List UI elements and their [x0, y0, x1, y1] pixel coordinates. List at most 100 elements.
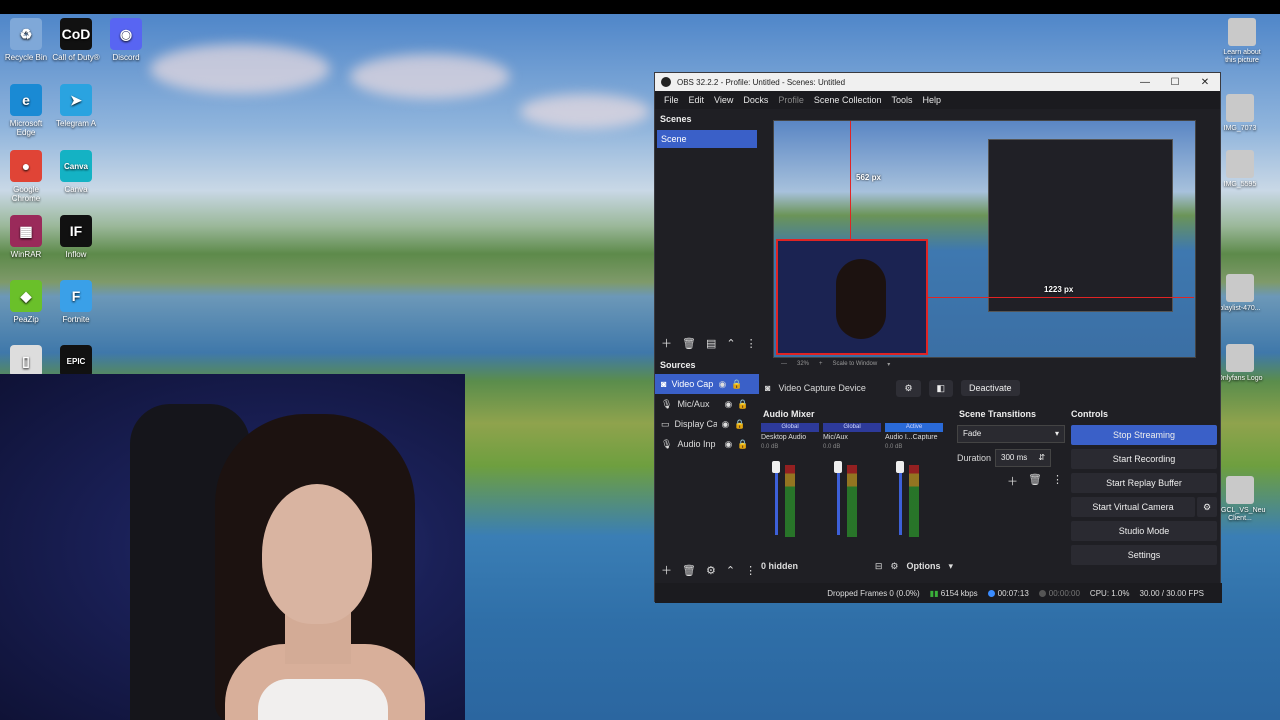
desktop-icon[interactable]: ▦ WinRAR [0, 215, 52, 259]
deactivate-button[interactable]: Deactivate [961, 380, 1020, 396]
visibility-eye-icon[interactable]: ◉ [718, 379, 726, 390]
maximize-button[interactable]: ☐ [1160, 77, 1190, 88]
mixer-layout-icon[interactable]: ⊟ [875, 561, 883, 572]
virtual-camera-settings-gear-icon[interactable]: ⚙ [1197, 497, 1217, 517]
desktop-icon[interactable]: F Fortnite [50, 280, 102, 324]
desktop-icon[interactable]: ● Google Chrome [0, 150, 52, 203]
desktop-icon[interactable]: ◆ PeaZip [0, 280, 52, 324]
desktop-icon[interactable]: playlist-470... [1216, 274, 1264, 313]
chevron-down-icon[interactable]: ▾ [948, 561, 953, 572]
add-icon[interactable]: ＋ [661, 335, 672, 351]
source-item-audio-input[interactable]: 🎙 Audio Inp ◉ 🔒 [655, 434, 759, 454]
menu-tools[interactable]: Tools [886, 95, 917, 105]
desktop-icon[interactable]: IMG_5595 [1216, 150, 1264, 189]
volume-slider-handle[interactable] [834, 461, 842, 473]
desktop-icon[interactable]: CGCL_VS_Neu Client... [1216, 476, 1265, 523]
trash-icon[interactable]: 🗑 [682, 564, 696, 577]
desktop-icon[interactable]: Learn about this picture [1218, 18, 1266, 65]
scale-mode-select[interactable]: Scale to Window [833, 361, 878, 368]
channel-name[interactable]: Mic/Aux [823, 434, 881, 441]
stop-streaming-button[interactable]: Stop Streaming [1071, 425, 1217, 445]
lock-icon[interactable]: 🔒 [734, 419, 745, 430]
more-icon[interactable]: ⋮ [746, 337, 757, 350]
source-item-mic-aux[interactable]: 🎙 Mic/Aux ◉ 🔒 [655, 394, 759, 414]
volume-slider[interactable] [775, 465, 778, 535]
trash-icon[interactable]: 🗑 [1028, 473, 1042, 489]
status-bar: Dropped Frames 0 (0.0%) ▮▮ 6154 kbps 00:… [655, 583, 1222, 603]
visibility-eye-icon[interactable]: ◉ [724, 439, 732, 450]
volume-slider-handle[interactable] [772, 461, 780, 473]
volume-slider[interactable] [899, 465, 902, 535]
obs-titlebar[interactable]: OBS 32.2.2 - Profile: Untitled - Scenes:… [655, 73, 1220, 91]
more-icon[interactable]: ⋮ [745, 564, 756, 577]
desktop-icon-label: PeaZip [13, 315, 39, 324]
lock-icon[interactable]: 🔒 [737, 399, 748, 410]
menu-file[interactable]: File [659, 95, 684, 105]
desktop-icon[interactable]: Onlyfans Logo [1216, 344, 1264, 383]
menu-view[interactable]: View [709, 95, 738, 105]
desktop-icon-label: Onlyfans Logo [1217, 375, 1263, 382]
live-indicator-icon [987, 589, 995, 597]
chevron-up-icon[interactable]: ⌃ [726, 337, 735, 350]
more-icon[interactable]: ⋮ [1052, 473, 1063, 489]
chevron-up-icon[interactable]: ⌃ [726, 564, 735, 577]
source-item-video-capture[interactable]: ◙ Video Cap ◉ 🔒 [655, 374, 759, 394]
preview-canvas[interactable]: 562 px 1223 px [773, 120, 1196, 358]
filter-icon[interactable]: ▤ [706, 337, 716, 350]
record-indicator-icon [1038, 589, 1046, 597]
menu-profile[interactable]: Profile [773, 95, 809, 105]
visibility-eye-icon[interactable]: ◉ [724, 399, 732, 410]
mixer-channel-audio-input: Active Audio I...Capture 0.0 dB [885, 423, 943, 563]
mixer-options-button[interactable]: Options [906, 561, 940, 572]
zoom-in-button[interactable]: + [819, 361, 823, 368]
desktop-icon[interactable]: IMG_7073 [1216, 94, 1264, 133]
lock-icon[interactable]: 🔒 [731, 379, 742, 390]
scene-item[interactable]: Scene [657, 130, 757, 148]
desktop-icon[interactable]: Canva Canva [50, 150, 102, 194]
chevron-down-icon[interactable]: ▾ [887, 361, 890, 368]
start-replay-buffer-button[interactable]: Start Replay Buffer [1071, 473, 1217, 493]
desktop-icon[interactable]: ➤ Telegram A [50, 84, 102, 128]
webcam-overlay [0, 374, 465, 720]
duration-input[interactable]: 300 ms ⇵ [995, 449, 1052, 467]
menu-scene-collection[interactable]: Scene Collection [809, 95, 887, 105]
source-toolbar: ◙ Video Capture Device ⚙ ◧ Deactivate [759, 377, 1222, 399]
desktop-icon[interactable]: IF Inflow [50, 215, 102, 259]
channel-name[interactable]: Desktop Audio [761, 434, 819, 441]
desktop-icon[interactable]: ◉ Discord [100, 18, 152, 62]
settings-button[interactable]: Settings [1071, 545, 1217, 565]
studio-mode-button[interactable]: Studio Mode [1071, 521, 1217, 541]
desktop-icon[interactable]: CoD Call of Duty® [50, 18, 102, 62]
volume-slider[interactable] [837, 465, 840, 535]
start-recording-button[interactable]: Start Recording [1071, 449, 1217, 469]
start-virtual-camera-button[interactable]: Start Virtual Camera [1071, 497, 1195, 517]
menu-edit[interactable]: Edit [684, 95, 710, 105]
source-label: Video Cap [671, 379, 714, 389]
desktop-icon-label: IMG_5595 [1223, 181, 1257, 188]
transition-type-select[interactable]: Fade ▾ [957, 425, 1065, 443]
visibility-eye-icon[interactable]: ◉ [722, 419, 730, 430]
lock-icon[interactable]: 🔒 [737, 439, 748, 450]
source-properties-button[interactable]: ⚙ [896, 379, 921, 397]
source-item-display-capture[interactable]: ▭ Display Ca ◉ 🔒 [655, 414, 759, 434]
close-button[interactable]: ✕ [1190, 77, 1220, 88]
minimize-button[interactable]: — [1130, 77, 1160, 88]
menu-docks[interactable]: Docks [738, 95, 773, 105]
distance-label-horizontal: 1223 px [1044, 285, 1074, 294]
trash-icon[interactable]: 🗑 [682, 337, 696, 350]
source-filters-button[interactable]: ◧ [928, 379, 954, 397]
desktop-icon[interactable]: e Microsoft Edge [0, 84, 52, 137]
gear-icon[interactable]: ⚙ [706, 564, 716, 577]
menu-help[interactable]: Help [917, 95, 946, 105]
preview-camera-source[interactable] [776, 239, 928, 355]
channel-name[interactable]: Audio I...Capture [885, 434, 943, 441]
stepper-icon[interactable]: ⇵ [1038, 453, 1045, 463]
mixer-advanced-icon[interactable]: ⚙ [890, 561, 898, 572]
desktop-icon[interactable]: ♻ Recycle Bin [0, 18, 52, 62]
add-icon[interactable]: ＋ [1007, 473, 1018, 489]
preview-nested-obs [988, 139, 1173, 312]
zoom-out-button[interactable]: — [781, 361, 787, 368]
volume-slider-handle[interactable] [896, 461, 904, 473]
add-icon[interactable]: ＋ [661, 562, 672, 578]
desktop-icon-label: WinRAR [10, 250, 42, 259]
